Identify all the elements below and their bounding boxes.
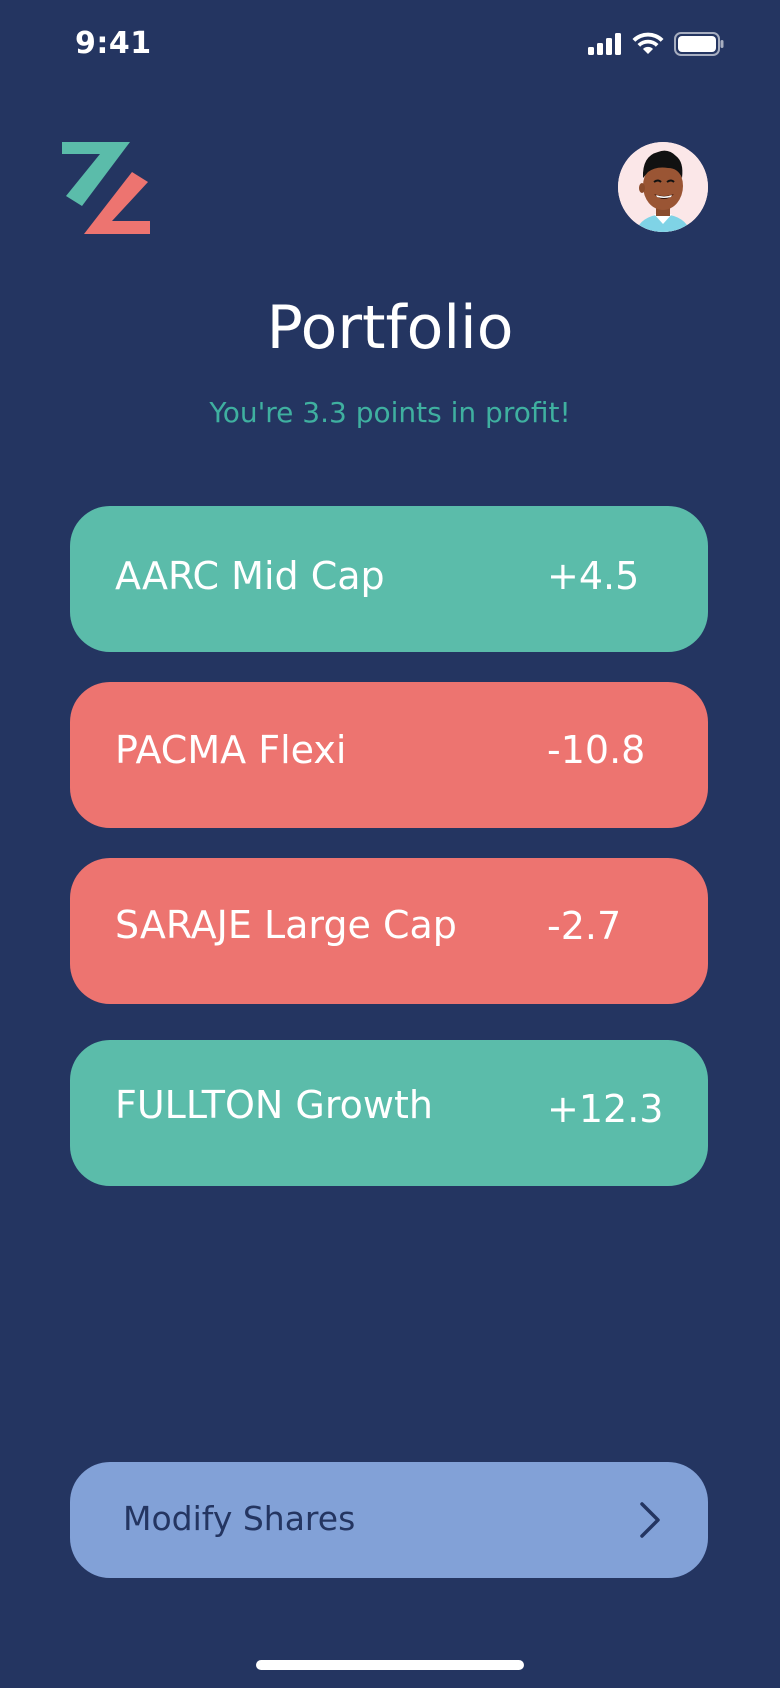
fund-card-aarc-mid-cap[interactable]: AARC Mid Cap +4.5: [70, 506, 708, 652]
battery-icon: [674, 32, 724, 56]
fund-change: -10.8: [547, 728, 646, 772]
status-time: 9:41: [75, 26, 152, 61]
wifi-icon: [632, 32, 664, 54]
fund-change: -2.7: [547, 904, 622, 948]
status-bar: 9:41: [0, 0, 780, 90]
fund-name: AARC Mid Cap: [115, 554, 385, 598]
user-avatar-icon: [618, 142, 708, 232]
zz-logo-icon: [62, 142, 152, 234]
fund-name: PACMA Flexi: [115, 728, 347, 772]
fund-change: +12.3: [547, 1087, 664, 1131]
profit-message: You're 3.3 points in profit!: [209, 396, 571, 429]
modify-shares-button[interactable]: Modify Shares: [70, 1462, 708, 1578]
fund-card-saraje-large-cap[interactable]: SARAJE Large Cap -2.7: [70, 858, 708, 1004]
home-indicator[interactable]: [256, 1660, 524, 1670]
page-title: Portfolio: [266, 293, 514, 363]
fund-card-pacma-flexi[interactable]: PACMA Flexi -10.8: [70, 682, 708, 828]
fund-change: +4.5: [547, 554, 640, 598]
chevron-right-icon: [640, 1502, 660, 1538]
user-avatar[interactable]: [618, 142, 708, 232]
fund-card-fullton-growth[interactable]: FULLTON Growth +12.3: [70, 1040, 708, 1186]
modify-shares-label: Modify Shares: [123, 1499, 356, 1538]
status-icons: [588, 32, 724, 56]
fund-name: FULLTON Growth: [115, 1083, 433, 1127]
signal-icon: [588, 33, 621, 55]
fund-name: SARAJE Large Cap: [115, 903, 457, 947]
